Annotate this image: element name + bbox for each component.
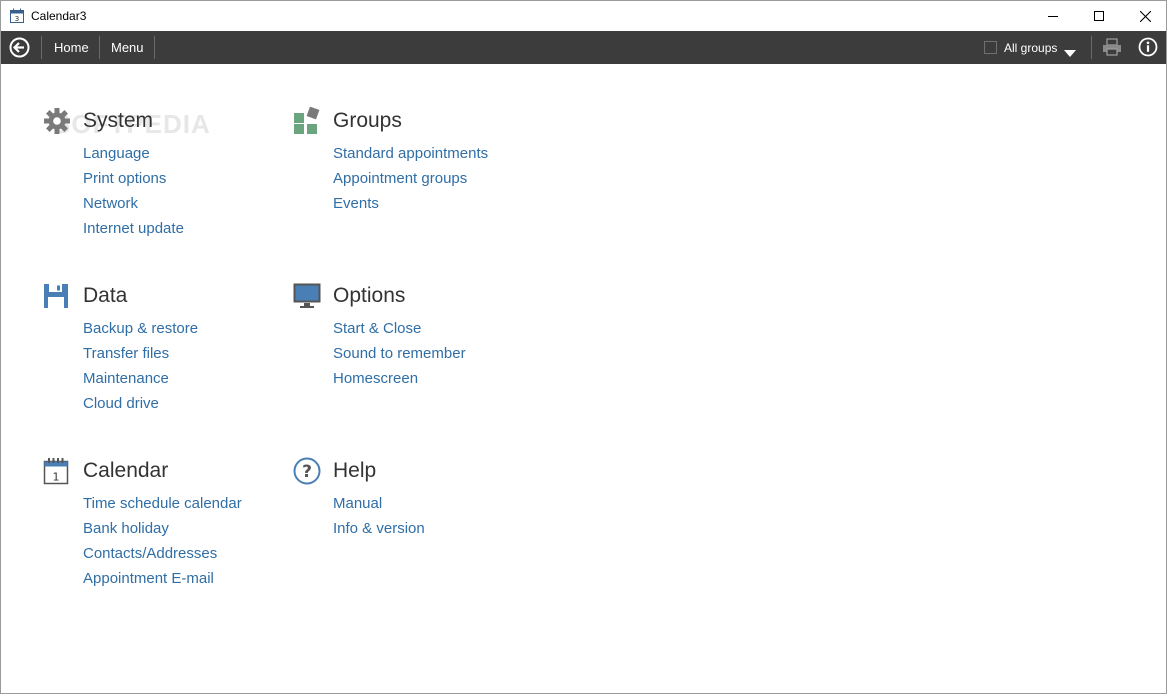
monitor-icon xyxy=(293,282,321,310)
minimize-button[interactable] xyxy=(1030,1,1076,31)
back-button[interactable] xyxy=(9,37,30,58)
gear-icon xyxy=(43,107,71,135)
toolbar-divider xyxy=(1091,36,1092,59)
calendar-heading: Calendar xyxy=(83,459,169,482)
network-link[interactable]: Network xyxy=(83,195,184,220)
toolbar-divider xyxy=(41,36,42,59)
maintenance-link[interactable]: Maintenance xyxy=(83,370,198,395)
data-heading: Data xyxy=(83,284,128,307)
backup-restore-link[interactable]: Backup & restore xyxy=(83,320,198,345)
printer-icon xyxy=(1103,38,1121,56)
close-icon xyxy=(1139,10,1151,22)
groups-dropdown-label[interactable]: All groups xyxy=(1004,41,1057,55)
calendar-links: Time schedule calendar Bank holiday Cont… xyxy=(83,495,242,595)
svg-text:1: 1 xyxy=(53,471,60,484)
homescreen-link[interactable]: Homescreen xyxy=(333,370,466,395)
info-button[interactable] xyxy=(1138,37,1158,62)
events-link[interactable]: Events xyxy=(333,195,488,220)
start-close-link[interactable]: Start & Close xyxy=(333,320,466,345)
title-bar: 3 Calendar3 xyxy=(1,1,1166,31)
groups-links: Standard appointments Appointment groups… xyxy=(333,145,488,220)
app-window: 3 Calendar3 Home Menu All groups SOFTPED… xyxy=(0,0,1167,694)
maximize-icon xyxy=(1094,11,1104,21)
floppy-disk-icon xyxy=(43,282,71,310)
maximize-button[interactable] xyxy=(1076,1,1122,31)
minimize-icon xyxy=(1048,16,1058,17)
options-heading: Options xyxy=(333,284,406,307)
info-version-link[interactable]: Info & version xyxy=(333,520,425,545)
standard-appointments-link[interactable]: Standard appointments xyxy=(333,145,488,170)
data-links: Backup & restore Transfer files Maintena… xyxy=(83,320,198,420)
toolbar: Home Menu All groups xyxy=(1,31,1166,64)
contacts-addresses-link[interactable]: Contacts/Addresses xyxy=(83,545,242,570)
appointment-email-link[interactable]: Appointment E-mail xyxy=(83,570,242,595)
calendar-app-icon: 3 xyxy=(10,8,24,23)
groups-icon xyxy=(293,106,321,135)
svg-text:?: ? xyxy=(302,462,312,482)
manual-link[interactable]: Manual xyxy=(333,495,425,520)
toolbar-divider xyxy=(99,36,100,59)
question-icon: ? xyxy=(293,457,321,485)
chevron-down-icon[interactable] xyxy=(1064,44,1076,62)
language-link[interactable]: Language xyxy=(83,145,184,170)
system-heading: System xyxy=(83,109,154,132)
print-options-link[interactable]: Print options xyxy=(83,170,184,195)
info-icon xyxy=(1138,37,1158,57)
groups-heading: Groups xyxy=(333,109,402,132)
time-schedule-calendar-link[interactable]: Time schedule calendar xyxy=(83,495,242,520)
calendar-icon: 1 xyxy=(43,457,71,485)
help-links: Manual Info & version xyxy=(333,495,425,545)
back-arrow-icon xyxy=(9,37,30,58)
help-heading: Help xyxy=(333,459,377,482)
close-button[interactable] xyxy=(1122,1,1167,31)
system-links: Language Print options Network Internet … xyxy=(83,145,184,245)
window-title: Calendar3 xyxy=(31,9,87,23)
appointment-groups-link[interactable]: Appointment groups xyxy=(333,170,488,195)
svg-text:3: 3 xyxy=(15,15,19,23)
transfer-files-link[interactable]: Transfer files xyxy=(83,345,198,370)
toolbar-divider xyxy=(154,36,155,59)
menu-menu-item[interactable]: Menu xyxy=(111,40,144,55)
all-groups-checkbox[interactable] xyxy=(984,41,997,54)
internet-update-link[interactable]: Internet update xyxy=(83,220,184,245)
home-menu-item[interactable]: Home xyxy=(54,40,89,55)
bank-holiday-link[interactable]: Bank holiday xyxy=(83,520,242,545)
cloud-drive-link[interactable]: Cloud drive xyxy=(83,395,198,420)
sound-to-remember-link[interactable]: Sound to remember xyxy=(333,345,466,370)
print-button[interactable] xyxy=(1102,38,1122,61)
options-links: Start & Close Sound to remember Homescre… xyxy=(333,320,466,395)
